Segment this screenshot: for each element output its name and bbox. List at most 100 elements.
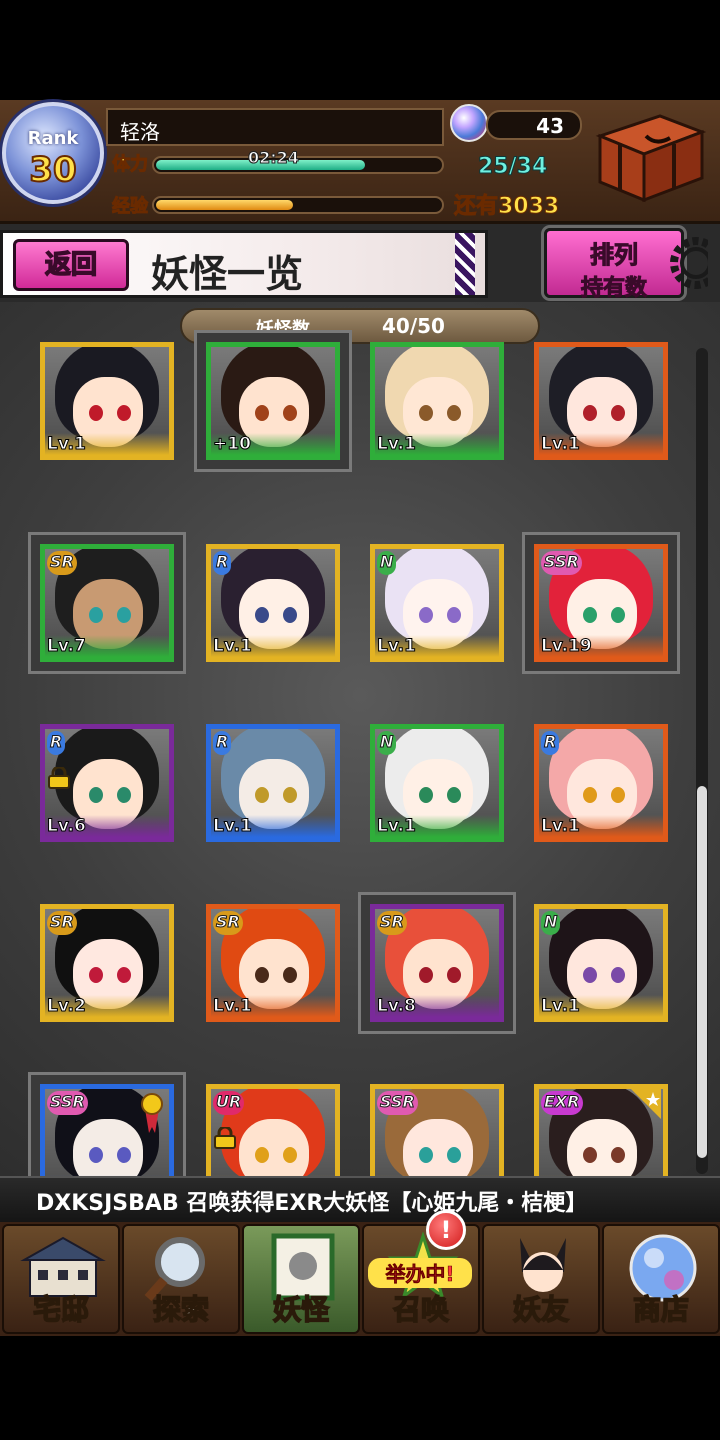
yokai-card[interactable]: Lv.1 (40, 342, 174, 460)
exp-remaining: 还有3033 (453, 194, 560, 220)
gear-icon (670, 237, 708, 289)
yokai-level: Lv.1 (541, 996, 581, 1017)
rarity-badge: EXR (541, 1091, 583, 1115)
scrollbar[interactable] (696, 348, 708, 1174)
lock-icon (47, 765, 71, 789)
rarity-badge: R (47, 731, 66, 755)
yokai-level: Lv.1 (213, 636, 253, 657)
stamina-count: 25/34 (477, 154, 548, 180)
nav-label: 召唤 (392, 1292, 450, 1327)
rarity-badge: R (541, 731, 560, 755)
rarity-badge: N (377, 731, 397, 755)
rank-label: Rank (27, 128, 79, 149)
yokai-card[interactable]: Lv.2 SR (40, 904, 174, 1022)
rarity-badge: SR (47, 911, 77, 935)
yokai-list[interactable]: 妖怪数 40/50 Lv.1 +10 Lv.1 Lv.1 Lv.7 SR Lv.1 R Lv.1… (0, 302, 720, 1176)
yokai-level: Lv.1 (213, 996, 253, 1017)
rarity-badge: SR (213, 911, 243, 935)
rarity-badge: N (541, 911, 561, 935)
yokai-count-label: 妖怪数 (256, 319, 310, 340)
nav-item-shop[interactable]: 商店 (602, 1224, 720, 1334)
event-flag: 举办中! (368, 1258, 472, 1288)
title-plate: 返回 妖怪一览 (0, 230, 488, 298)
rarity-badge: SSR (377, 1091, 418, 1115)
stamina-label: 体力 (112, 154, 149, 176)
rarity-badge: UR (213, 1091, 245, 1115)
yokai-card[interactable]: Lv.20EXR (534, 1084, 668, 1176)
rarity-badge: R (213, 731, 232, 755)
event-alert-badge: ! (426, 1210, 466, 1250)
yokai-card[interactable]: Lv.1 R (206, 724, 340, 842)
bottom-nav: 宅邸 探索 妖怪 召唤 妖友 商店 (0, 1222, 720, 1336)
yokai-level: Lv.1 (541, 434, 581, 455)
nav-item-yokai[interactable]: 妖怪 (242, 1224, 360, 1334)
yokai-level: Lv.7 (47, 636, 87, 657)
yokai-card[interactable]: Lv.28SSR (40, 1084, 174, 1176)
back-button[interactable]: 返回 (13, 239, 129, 291)
sort-button-value: 持有数 (580, 276, 647, 302)
nav-label: 商店 (632, 1292, 690, 1327)
yokai-card[interactable]: Lv.1 R (534, 724, 668, 842)
yokai-count-value: 40/50 (382, 314, 445, 338)
yokai-level: Lv.1 (377, 636, 417, 657)
yokai-level: Lv.19 (541, 636, 593, 657)
yokai-card[interactable]: Lv.25UR (206, 1084, 340, 1176)
medal-icon (141, 1093, 163, 1133)
title-stripe-decoration (455, 233, 475, 295)
status-bar (0, 0, 720, 100)
yokai-card[interactable]: Lv.8 SR (370, 904, 504, 1022)
nav-label: 宅邸 (32, 1292, 90, 1327)
yokai-card[interactable]: Lv.1 SR (206, 904, 340, 1022)
rank-value: 30 (28, 149, 77, 191)
announcement-ticker: DXKSJSBAB 召唤获得EXR大妖怪【心姫九尾・桔梗】 (0, 1176, 720, 1222)
yokai-card[interactable]: Lv.1 (370, 342, 504, 460)
yokai-level: Lv.1 (377, 816, 417, 837)
sort-button-label: 排列 (590, 241, 639, 270)
yokai-level: Lv.1 (213, 816, 253, 837)
yokai-card[interactable]: Lv.1 N (534, 904, 668, 1022)
nav-item-explore[interactable]: 探索 (122, 1224, 240, 1334)
yokai-level: Lv.1 (541, 816, 581, 837)
nav-item-friends[interactable]: 妖友 (482, 1224, 600, 1334)
yokai-count-pill: 妖怪数 40/50 (180, 308, 540, 344)
rarity-badge: SSR (47, 1091, 88, 1115)
rarity-badge: SSR (541, 551, 582, 575)
rank-badge[interactable]: Rank 30 (2, 102, 104, 204)
rarity-badge: N (377, 551, 397, 575)
yokai-level: Lv.6 (47, 816, 87, 837)
yokai-level: Lv.1 (377, 434, 417, 455)
yokai-card[interactable]: Lv.1 (534, 342, 668, 460)
yokai-card[interactable]: Lv.1 R (206, 544, 340, 662)
exp-label: 经验 (112, 196, 149, 218)
orb-count[interactable]: 43 (486, 110, 582, 140)
exp-bar-fill (156, 200, 294, 210)
page-title: 妖怪一览 (151, 251, 304, 296)
exp-bar (152, 196, 444, 214)
yokai-card[interactable]: Lv.1 N (370, 544, 504, 662)
system-nav-area (0, 1336, 720, 1440)
title-bar: 返回 妖怪一览 排列 持有数 (0, 224, 720, 302)
nav-label: 妖怪 (272, 1292, 330, 1327)
player-header: Rank 30 轻洛 体力 02:24 经验 43 25/34 还有3033 (0, 100, 720, 224)
player-name: 轻洛 (106, 108, 444, 146)
stamina-timer: 02:24 (248, 148, 300, 168)
ticker-text: DXKSJSBAB 召唤获得EXR大妖怪【心姫九尾・桔梗】 (36, 1191, 588, 1216)
yokai-card[interactable]: +10 (206, 342, 340, 460)
nav-item-mansion[interactable]: 宅邸 (2, 1224, 120, 1334)
yokai-level: Lv.1 (47, 434, 87, 455)
treasure-chest-icon[interactable] (590, 106, 710, 204)
scrollbar-thumb[interactable] (697, 786, 707, 1158)
rarity-badge: R (213, 551, 232, 575)
lock-icon (213, 1125, 237, 1149)
yokai-card[interactable]: Lv.1 N (370, 724, 504, 842)
nav-label: 探索 (152, 1292, 210, 1327)
yokai-card[interactable]: Lv.19 SSR (534, 544, 668, 662)
nav-label: 妖友 (512, 1292, 570, 1327)
yokai-card[interactable]: Lv.6 R (40, 724, 174, 842)
favorite-star-icon (631, 1089, 661, 1119)
rarity-badge: SR (47, 551, 77, 575)
yokai-level: +10 (213, 434, 252, 455)
yokai-card[interactable]: Lv.4SSR (370, 1084, 504, 1176)
yokai-card[interactable]: Lv.7 SR (40, 544, 174, 662)
yokai-level: Lv.8 (377, 996, 417, 1017)
